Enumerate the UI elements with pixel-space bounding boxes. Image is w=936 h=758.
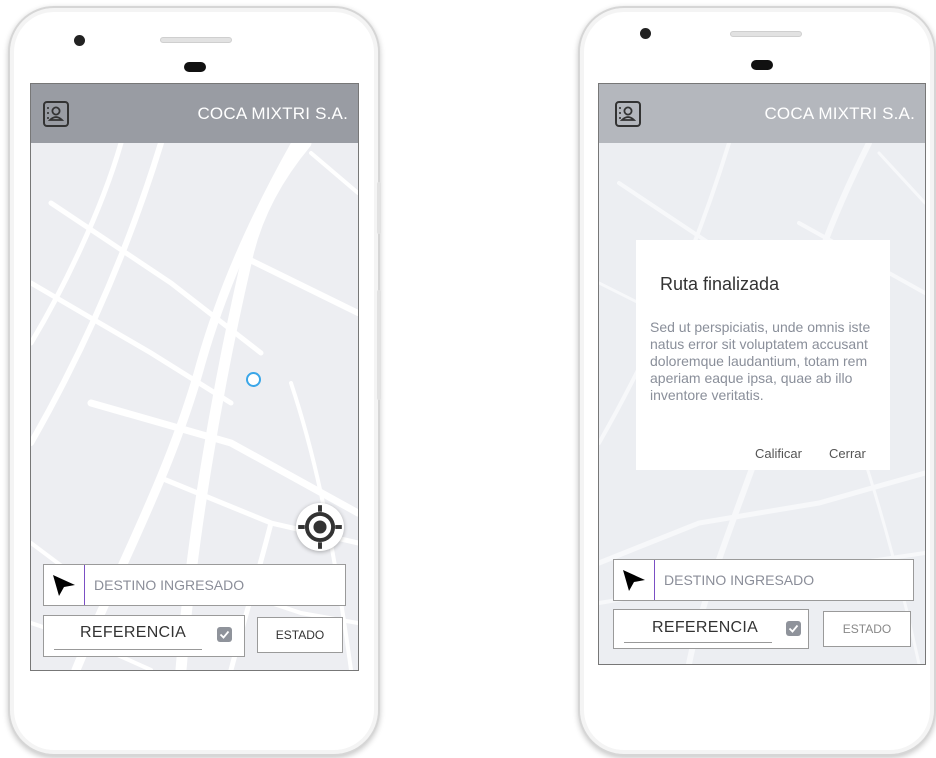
destination-placeholder: DESTINO INGRESADO [94,577,245,593]
my-location-icon [298,505,342,549]
reference-underline [624,642,772,643]
rate-button[interactable]: Calificar [755,446,802,461]
contact-book-icon[interactable] [615,100,641,127]
reference-checkbox[interactable] [217,627,232,642]
status-button-label: ESTADO [275,628,325,642]
navigation-arrow-icon [614,560,655,600]
destination-field[interactable]: DESTINO INGRESADO [43,564,346,606]
dialog-title: Ruta finalizada [660,274,780,294]
reference-checkbox[interactable] [786,621,801,636]
reference-label: REFERENCIA [652,619,759,636]
brand-name: COCA MIXTRI S.A. [764,103,915,123]
power-button[interactable] [377,182,381,234]
dialog-body: Sed ut perspiciatis, unde omnis iste nat… [650,319,871,403]
check-icon [219,630,230,639]
brand-name: COCA MIXTRI S.A. [197,103,348,123]
front-camera [74,35,85,46]
navigation-arrow-icon [44,565,85,605]
screen-left: COCA MIXTRI S.A. DESTINO INGRESADO REFER… [30,83,359,671]
close-button[interactable]: Cerrar [829,446,866,461]
reference-underline [54,649,202,650]
proximity-sensor [751,60,773,70]
my-location-button[interactable] [296,503,344,551]
destination-field[interactable]: DESTINO INGRESADO [613,559,914,601]
app-header: COCA MIXTRI S.A. [599,84,925,143]
reference-label: REFERENCIA [80,624,187,641]
route-finished-dialog: Ruta finalizada Sed ut perspiciatis, und… [636,240,890,470]
reference-field[interactable]: REFERENCIA [43,615,245,657]
earpiece-speaker [730,31,802,37]
destination-placeholder: DESTINO INGRESADO [664,572,815,588]
check-icon [788,624,799,633]
front-camera [640,28,651,39]
contact-book-icon[interactable] [43,100,69,127]
reference-field[interactable]: REFERENCIA [613,609,809,649]
earpiece-speaker [160,37,232,43]
app-header: COCA MIXTRI S.A. [31,84,358,143]
volume-button[interactable] [377,290,381,400]
proximity-sensor [184,62,206,72]
location-dot-icon [246,372,261,387]
status-button[interactable]: ESTADO [257,617,343,653]
screen-right: COCA MIXTRI S.A. Ruta finalizada Sed ut … [598,83,926,665]
status-button-label: ESTADO [842,622,892,636]
status-button[interactable]: ESTADO [823,611,911,647]
